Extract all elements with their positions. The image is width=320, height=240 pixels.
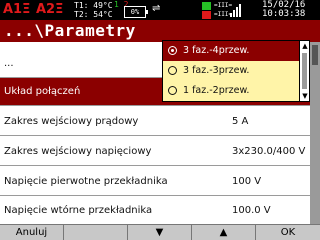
dropdown-option-label: 1 faz.-2przew.: [183, 85, 250, 96]
softkey-empty[interactable]: [64, 225, 128, 240]
softkey-bar: Anuluj ▼ ▲ OK: [0, 224, 320, 240]
arrow-up-button[interactable]: ▲: [192, 225, 256, 240]
title-bar: ...\Parametry: [0, 20, 320, 42]
green-status-icon: [202, 2, 211, 10]
list-item-label: Zakres wejściowy napięciowy: [4, 146, 152, 157]
radio-unselected-icon: [168, 66, 177, 75]
scroll-down-icon[interactable]: ▼: [300, 91, 310, 101]
list-item-primary-voltage[interactable]: Napięcie pierwotne przekładnika 100 V: [0, 166, 310, 196]
list-item-value: 100.0 V: [232, 205, 271, 216]
list-item-label: Napięcie pierwotne przekładnika: [4, 176, 168, 187]
list-item-secondary-voltage[interactable]: Napięcie wtórne przekładnika 100.0 V: [0, 196, 310, 224]
red-status-icon: [202, 11, 211, 19]
dropdown-option-3ph-3w[interactable]: 3 faz.-3przew.: [163, 61, 299, 81]
list-item-current-range[interactable]: Zakres wejściowy prądowy 5 A: [0, 106, 310, 136]
dropdown-option-label: 3 faz.-4przew.: [183, 45, 250, 56]
list-item-label: Napięcie wtórne przekładnika: [4, 205, 153, 216]
list-item-voltage-range[interactable]: Zakres wejściowy napięciowy 3x230.0/400 …: [0, 136, 310, 166]
page-title: ...\Parametry: [4, 21, 136, 40]
dropdown-option-3ph-4w[interactable]: 3 faz.-4przew.: [163, 41, 299, 61]
ok-button[interactable]: OK: [256, 225, 320, 240]
list-item-value: 3x230.0/400 V: [232, 146, 306, 157]
phase-a1-indicator: A1Ξ: [3, 2, 31, 17]
scroll-up-icon[interactable]: ▲: [300, 41, 310, 51]
list-item-value: 5 A: [232, 116, 249, 127]
dropdown-option-label: 3 faz.-3przew.: [183, 65, 250, 76]
dropdown-scrollbar[interactable]: ▲ ▼: [299, 41, 309, 101]
battery-slot-1-label: 1: [114, 0, 119, 9]
arrow-down-button[interactable]: ▼: [128, 225, 192, 240]
usb-icon: ⇌: [152, 3, 161, 14]
list-item-label: Układ połączeń: [4, 86, 81, 97]
temperature-t1: T1: 49°C: [74, 1, 113, 10]
list-item-label: ...: [4, 58, 14, 69]
dropdown-option-1ph-2w[interactable]: 1 faz.-2przew.: [163, 81, 299, 101]
radio-unselected-icon: [168, 86, 177, 95]
cancel-button[interactable]: Anuluj: [0, 225, 64, 240]
list-scroll-thumb[interactable]: [312, 45, 318, 65]
battery-icon: 0%: [124, 6, 148, 18]
battery-percent: 0%: [130, 8, 140, 16]
time-display: 10:03:38: [262, 9, 306, 19]
list-item-label: Zakres wejściowy prądowy: [4, 116, 139, 127]
connection-type-dropdown: 3 faz.-4przew. 3 faz.-3przew. 1 faz.-2pr…: [162, 40, 310, 102]
list-scrollbar[interactable]: [310, 42, 320, 224]
radio-selected-icon: [168, 46, 177, 55]
phase-a2-indicator: A2Ξ: [36, 2, 64, 17]
signal-bars-icon: [230, 3, 242, 17]
status-bar: A1Ξ A2Ξ T1: 49°C T2: 54°C 1 2 0% ⇌ =III=…: [0, 0, 320, 20]
list-item-value: 100 V: [232, 176, 262, 187]
battery-tip: [146, 10, 148, 14]
dropdown-scroll-thumb[interactable]: [302, 53, 307, 89]
temperature-t2: T2: 54°C: [74, 10, 113, 19]
